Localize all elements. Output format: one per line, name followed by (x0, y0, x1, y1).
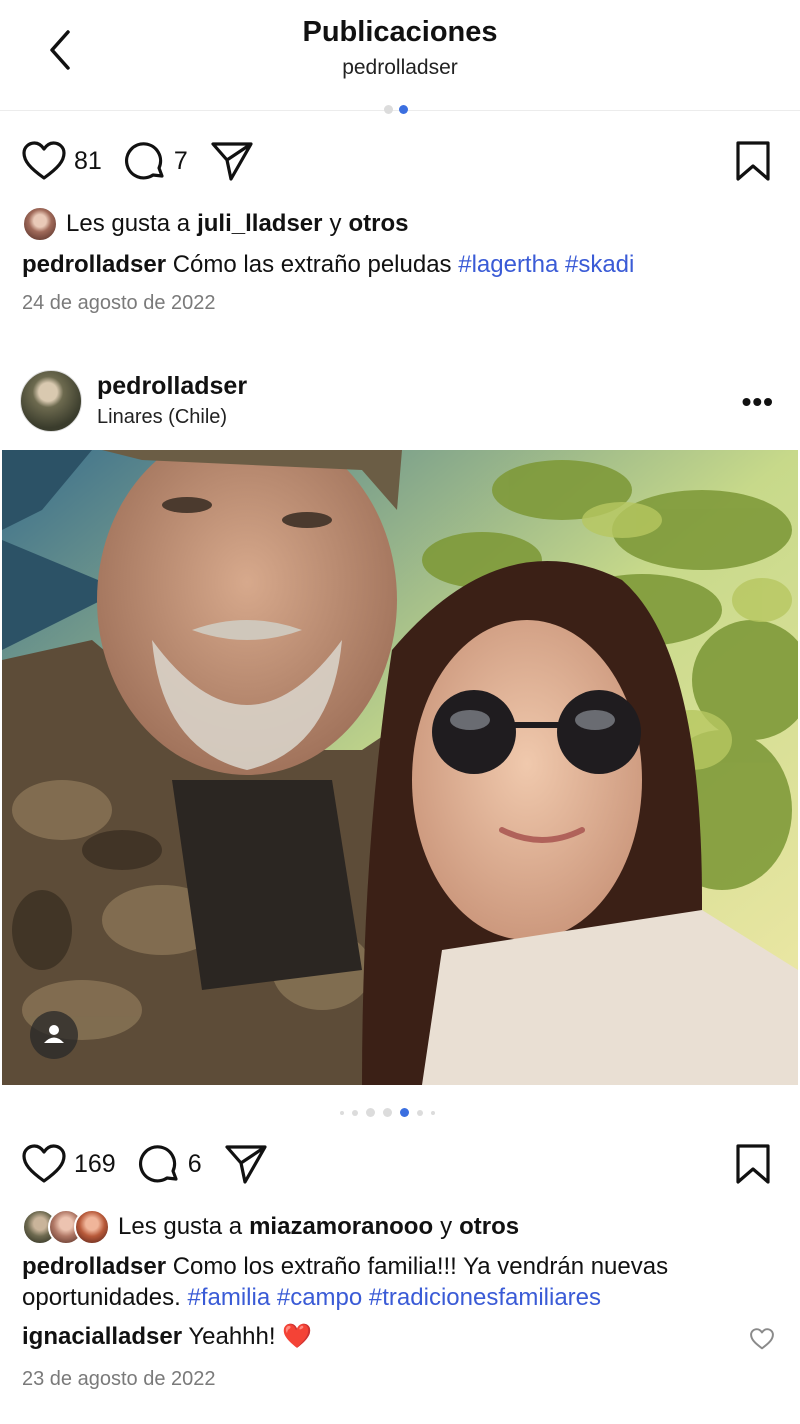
post2-action-bar: 169 6 (22, 1141, 782, 1187)
photo-illustration (2, 450, 798, 1085)
liked-by-prefix: Les gusta a (66, 210, 191, 237)
caption-text: Cómo las extraño peludas (172, 251, 452, 278)
heart-icon (22, 141, 66, 180)
comment-count: 6 (187, 1149, 202, 1178)
hashtag[interactable]: #familia (187, 1284, 270, 1311)
post2-liked-by[interactable]: Les gusta a miazamoranooo y otros (22, 1209, 519, 1245)
top-bar: Publicaciones pedrolladser (0, 0, 800, 111)
page-title: Publicaciones (302, 16, 498, 48)
hashtag[interactable]: #tradicionesfamiliares (369, 1284, 601, 1311)
carousel-dot (431, 1110, 435, 1115)
hashtag[interactable]: #campo (277, 1284, 362, 1311)
liked-by-prefix: Les gusta a (118, 1213, 243, 1240)
post-location[interactable]: Linares (Chile) (97, 406, 227, 429)
page-subtitle: pedrolladser (342, 56, 458, 79)
post1-liked-by[interactable]: Les gusta a juli_lladser y otros (22, 206, 408, 242)
comment-bubble-icon (124, 142, 164, 180)
share-button[interactable] (210, 140, 254, 182)
liked-by-others[interactable]: otros (348, 210, 408, 238)
carousel-dot-active (400, 1108, 409, 1117)
liked-by-user[interactable]: miazamoranooo (249, 1213, 433, 1241)
caption-username[interactable]: pedrolladser (22, 251, 166, 278)
post2-header: pedrolladser Linares (Chile) ••• (20, 368, 780, 434)
carousel-dot (366, 1108, 375, 1117)
comment-row: ignacialladser Yeahhh! ❤️ (22, 1322, 782, 1351)
liked-by-and: y (329, 210, 342, 237)
bookmark-icon[interactable] (734, 1143, 772, 1185)
post1-caption: pedrolladser Cómo las extraño peludas #l… (22, 249, 762, 280)
like-count: 81 (74, 146, 102, 175)
user-tag-button[interactable] (30, 1011, 78, 1059)
liked-by-and: y (440, 1213, 453, 1240)
comment-like-heart-icon[interactable] (750, 1328, 774, 1350)
liker-avatar[interactable] (74, 1209, 110, 1245)
carousel-dot (352, 1109, 358, 1116)
more-options-icon[interactable]: ••• (742, 386, 774, 418)
heart-icon (22, 1144, 66, 1183)
carousel-dot (340, 1110, 344, 1115)
carousel-dot (384, 105, 393, 114)
comment-bubble-icon (138, 1145, 178, 1183)
hashtag[interactable]: #skadi (565, 251, 634, 278)
liker-avatar[interactable] (22, 206, 58, 242)
like-count: 169 (74, 1149, 116, 1178)
carousel-indicator (384, 105, 408, 114)
comment-button[interactable]: 7 (124, 140, 188, 182)
send-paper-plane-icon (211, 142, 253, 181)
liked-by-user[interactable]: juli_lladser (197, 210, 322, 238)
post-photo[interactable] (2, 450, 798, 1085)
comment-count: 7 (173, 146, 188, 175)
comment-username[interactable]: ignacialladser (22, 1323, 182, 1350)
post2-date: 23 de agosto de 2022 (22, 1368, 216, 1390)
carousel-indicator (340, 1108, 435, 1117)
carousel-dot (417, 1109, 423, 1116)
post1-date: 24 de agosto de 2022 (22, 292, 216, 314)
like-button[interactable]: 169 (22, 1144, 116, 1184)
bookmark-icon[interactable] (734, 140, 772, 182)
send-paper-plane-icon (225, 1145, 267, 1184)
hashtag[interactable]: #lagertha (458, 251, 558, 278)
like-button[interactable]: 81 (22, 141, 102, 181)
share-button[interactable] (224, 1143, 268, 1185)
avatar[interactable] (20, 370, 82, 432)
carousel-dot (383, 1108, 392, 1117)
liked-by-others[interactable]: otros (459, 1213, 519, 1241)
red-heart-emoji: ❤️ (282, 1323, 313, 1350)
carousel-dot-active (399, 105, 408, 114)
comment-button[interactable]: 6 (138, 1143, 202, 1185)
post2-caption: pedrolladser Como los extraño familia!!!… (22, 1251, 762, 1313)
user-tag-icon (44, 1025, 64, 1043)
post1-action-bar: 81 7 (22, 138, 782, 184)
comment-text: Yeahhh! (188, 1323, 276, 1350)
post-username[interactable]: pedrolladser (97, 372, 247, 401)
caption-username[interactable]: pedrolladser (22, 1253, 166, 1280)
